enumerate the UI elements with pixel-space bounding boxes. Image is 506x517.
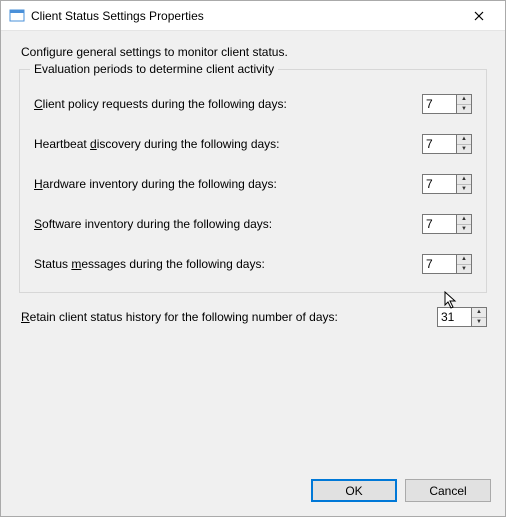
status-spin-buttons: ▲ ▼ <box>456 254 472 274</box>
policy-row: Client policy requests during the follow… <box>34 94 472 114</box>
hardware-label: Hardware inventory during the following … <box>34 177 422 191</box>
status-input[interactable] <box>422 254 456 274</box>
cancel-button[interactable]: Cancel <box>405 479 491 502</box>
dialog-content: Configure general settings to monitor cl… <box>1 31 505 469</box>
window-title: Client Status Settings Properties <box>31 9 459 23</box>
history-label-post: etain client status history for the foll… <box>30 310 338 324</box>
status-spin-down[interactable]: ▼ <box>457 264 471 274</box>
ok-button[interactable]: OK <box>311 479 397 502</box>
heartbeat-spin-buttons: ▲ ▼ <box>456 134 472 154</box>
history-label-accel: R <box>21 310 30 324</box>
software-spin-up[interactable]: ▲ <box>457 215 471 224</box>
hardware-label-post: ardware inventory during the following d… <box>43 177 277 191</box>
history-spinner: ▲ ▼ <box>437 307 487 327</box>
policy-spin-down[interactable]: ▼ <box>457 104 471 114</box>
evaluation-groupbox: Evaluation periods to determine client a… <box>19 69 487 293</box>
groupbox-legend: Evaluation periods to determine client a… <box>30 62 278 76</box>
policy-label-accel: C <box>34 97 43 111</box>
heartbeat-label-accel: d <box>90 137 97 151</box>
hardware-label-accel: H <box>34 177 43 191</box>
heartbeat-spinner: ▲ ▼ <box>422 134 472 154</box>
heartbeat-input[interactable] <box>422 134 456 154</box>
policy-label: Client policy requests during the follow… <box>34 97 422 111</box>
hardware-row: Hardware inventory during the following … <box>34 174 472 194</box>
policy-label-post: lient policy requests during the followi… <box>43 97 287 111</box>
close-icon <box>474 11 484 21</box>
intro-text: Configure general settings to monitor cl… <box>21 45 487 59</box>
history-input[interactable] <box>437 307 471 327</box>
close-button[interactable] <box>459 2 499 30</box>
software-label: Software inventory during the following … <box>34 217 422 231</box>
heartbeat-spin-down[interactable]: ▼ <box>457 144 471 154</box>
hardware-spin-buttons: ▲ ▼ <box>456 174 472 194</box>
policy-input[interactable] <box>422 94 456 114</box>
policy-spin-up[interactable]: ▲ <box>457 95 471 104</box>
status-spin-up[interactable]: ▲ <box>457 255 471 264</box>
history-label: Retain client status history for the fol… <box>21 310 437 324</box>
app-icon <box>9 8 25 24</box>
hardware-spin-up[interactable]: ▲ <box>457 175 471 184</box>
software-spinner: ▲ ▼ <box>422 214 472 234</box>
history-spin-up[interactable]: ▲ <box>472 308 486 317</box>
software-row: Software inventory during the following … <box>34 214 472 234</box>
history-spin-buttons: ▲ ▼ <box>471 307 487 327</box>
history-spin-down[interactable]: ▼ <box>472 317 486 327</box>
status-label-accel: m <box>71 257 81 271</box>
software-spin-buttons: ▲ ▼ <box>456 214 472 234</box>
history-row: Retain client status history for the fol… <box>21 307 487 327</box>
software-label-post: oftware inventory during the following d… <box>42 217 272 231</box>
heartbeat-spin-up[interactable]: ▲ <box>457 135 471 144</box>
status-label-post: essages during the following days: <box>81 257 264 271</box>
software-input[interactable] <box>422 214 456 234</box>
policy-spinner: ▲ ▼ <box>422 94 472 114</box>
heartbeat-label-post: iscovery during the following days: <box>97 137 280 151</box>
heartbeat-label-pre: Heartbeat <box>34 137 90 151</box>
hardware-spinner: ▲ ▼ <box>422 174 472 194</box>
dialog-window: Client Status Settings Properties Config… <box>0 0 506 517</box>
status-label: Status messages during the following day… <box>34 257 422 271</box>
software-spin-down[interactable]: ▼ <box>457 224 471 234</box>
hardware-spin-down[interactable]: ▼ <box>457 184 471 194</box>
software-label-accel: S <box>34 217 42 231</box>
policy-spin-buttons: ▲ ▼ <box>456 94 472 114</box>
status-spinner: ▲ ▼ <box>422 254 472 274</box>
heartbeat-label: Heartbeat discovery during the following… <box>34 137 422 151</box>
status-row: Status messages during the following day… <box>34 254 472 274</box>
titlebar: Client Status Settings Properties <box>1 1 505 31</box>
button-row: OK Cancel <box>1 469 505 516</box>
heartbeat-row: Heartbeat discovery during the following… <box>34 134 472 154</box>
status-label-pre: Status <box>34 257 71 271</box>
hardware-input[interactable] <box>422 174 456 194</box>
